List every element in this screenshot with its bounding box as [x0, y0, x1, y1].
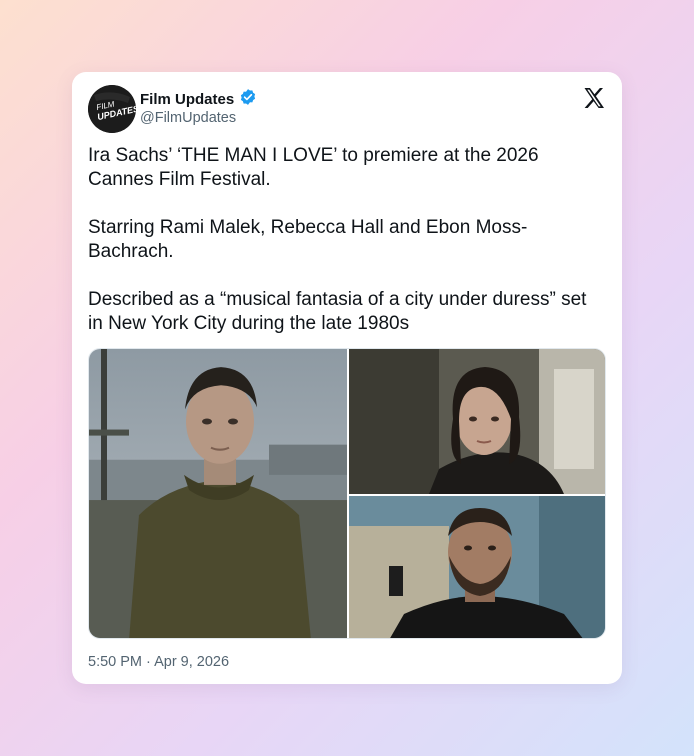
author-handle[interactable]: @FilmUpdates: [140, 110, 236, 126]
display-name[interactable]: Film Updates: [140, 91, 234, 108]
media-photo-woman[interactable]: [349, 349, 605, 494]
profile-avatar[interactable]: FILM UPDATES: [88, 85, 136, 133]
media-photo-man-sweater[interactable]: [89, 349, 347, 638]
media-grid: [88, 348, 606, 639]
tweet-paragraph: Starring Rami Malek, Rebecca Hall and Eb…: [88, 217, 528, 262]
tweet-card: FILM UPDATES Film Updates @FilmUpdates I…: [72, 72, 622, 684]
media-photo-bearded-man[interactable]: [349, 496, 605, 638]
tweet-timestamp[interactable]: 5:50 PM · Apr 9, 2026: [88, 654, 229, 670]
tweet-text: Ira Sachs’ ‘THE MAN I LOVE’ to premiere …: [88, 144, 598, 360]
x-logo-icon[interactable]: [582, 86, 606, 110]
author-name-row: Film Updates: [140, 88, 257, 111]
verified-badge-icon: [239, 88, 257, 111]
tweet-paragraph: Described as a “musical fantasia of a ci…: [88, 289, 587, 334]
tweet-paragraph: Ira Sachs’ ‘THE MAN I LOVE’ to premiere …: [88, 145, 539, 190]
